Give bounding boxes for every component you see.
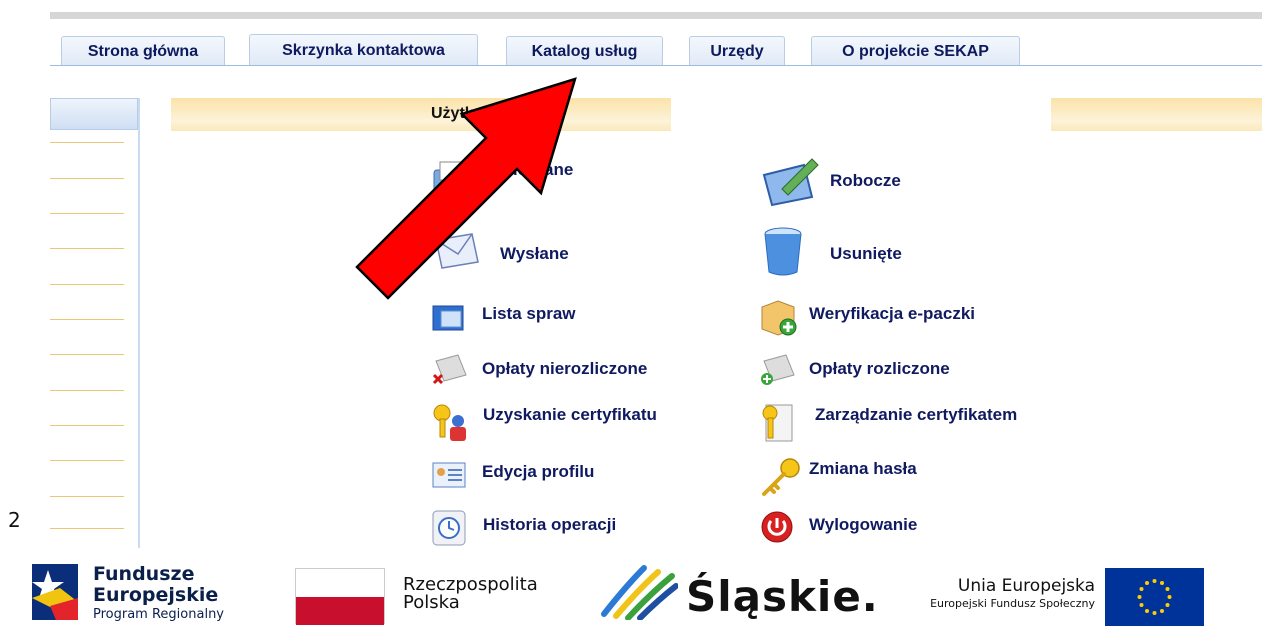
password-key-icon: [762, 458, 800, 496]
menu-historia-operacji[interactable]: Historia operacji: [432, 510, 617, 546]
tab-urzedy[interactable]: Urzędy: [689, 36, 785, 66]
history-clock-icon: [432, 510, 466, 546]
menu-label: Historia operacji: [483, 515, 617, 534]
menu-label: Usunięte: [830, 244, 902, 263]
menu-label: Opłaty nierozliczone: [482, 359, 648, 378]
sidebar-divider: [50, 425, 124, 426]
rp-line2: Polska: [403, 592, 460, 613]
footer-logos: Fundusze Europejskie Program Regionalny …: [0, 556, 1262, 627]
menu-label: Odebrane: [494, 160, 574, 179]
slaskie-text: Śląskie.: [686, 572, 879, 621]
tabs-baseline: [50, 65, 1262, 66]
tab-strona-glowna[interactable]: Strona główna: [61, 36, 225, 66]
certificate-key-icon: [433, 404, 466, 441]
power-off-icon: [761, 511, 793, 543]
menu-edycja-profilu[interactable]: Edycja profilu: [432, 462, 595, 488]
section-banner: Użytko: [171, 98, 1262, 131]
tab-o-projekcie[interactable]: O projekcie SEKAP: [811, 36, 1020, 66]
sidebar-divider: [50, 354, 124, 355]
menu-odebrane[interactable]: Odebrane: [432, 160, 574, 195]
banner-title: Użytko: [431, 105, 484, 122]
tab-skrzynka-kontaktowa[interactable]: Skrzynka kontaktowa: [249, 34, 478, 66]
sidebar-divider: [50, 319, 124, 320]
package-verify-icon: [761, 300, 797, 336]
menu-label: Edycja profilu: [482, 462, 595, 481]
menu-oplaty-nierozliczone[interactable]: Opłaty nierozliczone: [432, 353, 648, 385]
sidebar-divider: [50, 213, 124, 214]
menu-label: Zmiana hasła: [809, 459, 917, 478]
sidebar-divider: [50, 178, 124, 179]
menu-lista-spraw[interactable]: Lista spraw: [432, 302, 576, 331]
certificate-manage-icon: [762, 404, 793, 442]
menu-label: Wysłane: [500, 244, 569, 263]
ue-line1: Unia Europejska: [957, 576, 1095, 596]
fe-line3: Program Regionalny: [93, 607, 224, 622]
menu-label: Uzyskanie certyfikatu: [483, 405, 657, 424]
sidebar-divider: [50, 248, 124, 249]
menu-zmiana-hasla[interactable]: Zmiana hasła: [760, 457, 917, 496]
sidebar-divider: [50, 528, 124, 529]
sidebar-header: [50, 98, 138, 130]
menu-weryfikacja-e-paczki[interactable]: Weryfikacja e-paczki: [760, 297, 975, 336]
envelope-icon: [435, 233, 479, 269]
menu-label: Weryfikacja e-paczki: [809, 304, 975, 323]
polish-flag: [295, 568, 385, 625]
sidebar-divider: [50, 142, 124, 143]
menu-usuniete[interactable]: Usunięte: [760, 226, 902, 276]
banner-gap: [671, 98, 1051, 131]
inbox-icon: [433, 161, 469, 195]
draft-edit-icon: [762, 158, 819, 207]
menu-label: Lista spraw: [482, 304, 576, 323]
fundusze-europejskie-text: Fundusze Europejskie Program Regionalny: [93, 564, 224, 624]
payment-add-icon: [761, 354, 795, 385]
menu-oplaty-rozliczone[interactable]: Opłaty rozliczone: [760, 353, 950, 385]
tab-katalog-uslug[interactable]: Katalog usług: [506, 36, 663, 66]
sidebar-divider: [50, 460, 124, 461]
payment-remove-icon: [432, 354, 467, 385]
menu-uzyskanie-certyfikatu[interactable]: Uzyskanie certyfikatu: [432, 403, 657, 441]
page-number: 2: [8, 508, 21, 532]
annotation-arrow: [355, 77, 577, 300]
fe-line2: Europejskie: [93, 584, 219, 606]
rzeczpospolita-text: Rzeczpospolita Polska: [403, 576, 538, 612]
menu-label: Wylogowanie: [809, 515, 918, 534]
menu-wyslane[interactable]: Wysłane: [432, 228, 569, 269]
menu-label: Zarządzanie certyfikatem: [815, 405, 1018, 424]
ue-line2: Europejski Fundusz Społeczny: [930, 597, 1095, 610]
folder-icon: [432, 305, 464, 331]
slaskie-logo-icon: [601, 565, 678, 620]
profile-card-icon: [432, 462, 466, 488]
menu-robocze[interactable]: Robocze: [760, 155, 901, 207]
main-tabs: Strona główna Skrzynka kontaktowa Katalo…: [50, 34, 1262, 66]
menu-label: Opłaty rozliczone: [809, 359, 950, 378]
menu-wylogowanie[interactable]: Wylogowanie: [760, 510, 918, 543]
top-divider: [50, 12, 1262, 19]
menu-zarzadzanie-certyfikatem[interactable]: Zarządzanie certyfikatem: [760, 403, 1018, 442]
sidebar-divider: [50, 284, 124, 285]
menu-label: Robocze: [830, 171, 901, 190]
fe-line1: Fundusze: [93, 563, 195, 585]
sidebar-divider: [50, 496, 124, 497]
trash-icon: [764, 227, 802, 276]
fundusze-europejskie-logo-icon: [32, 564, 78, 620]
sidebar: [50, 98, 140, 548]
eu-flag-icon: [1105, 568, 1204, 626]
unia-europejska-text: Unia Europejska Europejski Fundusz Społe…: [930, 576, 1095, 612]
sidebar-divider: [50, 390, 124, 391]
